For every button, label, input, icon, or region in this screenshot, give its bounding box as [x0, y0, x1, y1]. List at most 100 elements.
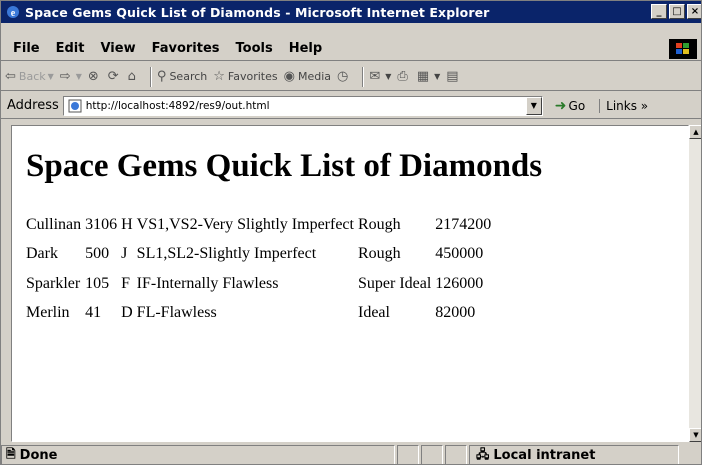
forward-dropdown-icon[interactable]: ▼ — [76, 72, 82, 81]
address-dropdown-icon[interactable]: ▼ — [525, 96, 542, 115]
table-row: Cullinan 3106 H VS1,VS2-Very Slightly Im… — [26, 210, 495, 240]
table-row: Merlin 41 D FL-Flawless Ideal 82000 — [26, 299, 495, 329]
menu-tools[interactable]: Tools — [228, 41, 281, 56]
refresh-button[interactable]: ⟳ — [108, 69, 122, 84]
media-label: Media — [297, 70, 331, 83]
page-heading: Space Gems Quick List of Diamonds — [26, 148, 543, 184]
diamond-cut: Ideal — [357, 304, 390, 322]
favorites-icon: ☆ — [213, 69, 225, 84]
security-zone[interactable]: 🖧 Local intranet — [469, 445, 679, 464]
page-icon — [67, 98, 83, 114]
favorites-button[interactable]: ☆ Favorites — [213, 69, 277, 84]
print-icon: ⎙ — [397, 69, 408, 84]
diamond-carat: 105 — [85, 274, 110, 292]
diamond-carat: 41 — [85, 304, 102, 322]
diamond-carat: 3106 — [85, 215, 118, 233]
address-bar: Address http://localhost:4892/res9/out.h… — [1, 93, 701, 119]
close-button[interactable]: × — [687, 4, 701, 19]
zone-label: Local intranet — [493, 447, 596, 463]
edit-button[interactable]: ▦ ▼ — [417, 69, 440, 84]
back-button[interactable]: ⇦ Back ▼ — [5, 69, 54, 84]
home-button[interactable]: ⌂ — [128, 69, 139, 84]
menu-view[interactable]: View — [92, 41, 143, 56]
table-row: Dark 500 J SL1,SL2-Slightly Imperfect Ro… — [26, 240, 495, 270]
address-label: Address — [7, 98, 59, 113]
search-label: Search — [169, 70, 208, 83]
media-button[interactable]: ◉ Media — [284, 69, 331, 84]
search-icon: ⚲ — [156, 69, 167, 84]
forward-button[interactable]: ⇨ ▼ — [60, 69, 82, 84]
discuss-icon: ▤ — [446, 69, 459, 84]
page-content: Space Gems Quick List of Diamonds Cullin… — [11, 125, 689, 442]
go-label: Go — [568, 98, 586, 113]
status-cell — [445, 445, 467, 464]
go-arrow-icon: ➜ — [554, 97, 567, 114]
forward-arrow-icon: ⇨ — [59, 69, 71, 84]
mail-button[interactable]: ✉ ▼ — [369, 69, 391, 84]
toolbar-separator — [362, 66, 365, 87]
mail-dropdown-icon[interactable]: ▼ — [385, 72, 391, 81]
menu-help[interactable]: Help — [281, 41, 330, 56]
go-button[interactable]: ➜ Go — [555, 98, 585, 114]
favorites-label: Favorites — [227, 70, 278, 83]
history-button[interactable]: ◷ — [337, 69, 351, 84]
diamond-clarity: IF-Internally Flawless — [136, 274, 279, 292]
windows-logo-icon — [669, 39, 697, 59]
scroll-down-button[interactable]: ▼ — [689, 428, 701, 442]
status-text: Done — [19, 447, 58, 463]
print-button[interactable]: ⎙ — [397, 69, 410, 84]
search-button[interactable]: ⚲ Search — [157, 69, 207, 84]
diamond-price: 126000 — [435, 274, 484, 292]
address-url[interactable]: http://localhost:4892/res9/out.html — [86, 100, 270, 112]
media-icon: ◉ — [283, 69, 295, 84]
diamond-cut: Rough — [357, 215, 401, 233]
maximize-button[interactable]: □ — [669, 4, 685, 19]
menu-bar: File Edit View Favorites Tools Help — [1, 37, 701, 61]
discuss-button[interactable]: ▤ — [446, 69, 461, 84]
home-icon: ⌂ — [127, 69, 136, 84]
status-cell — [397, 445, 419, 464]
browser-window: e Space Gems Quick List of Diamonds - Mi… — [0, 0, 702, 465]
scroll-up-button[interactable]: ▲ — [689, 125, 701, 139]
stop-button[interactable]: ⊗ — [88, 69, 102, 84]
diamond-color: H — [121, 215, 133, 233]
diamond-clarity: SL1,SL2-Slightly Imperfect — [136, 245, 317, 263]
diamond-color: J — [121, 245, 128, 263]
menu-file[interactable]: File — [5, 41, 48, 56]
diamond-price: 450000 — [435, 245, 484, 263]
diamond-cut: Rough — [357, 245, 401, 263]
menu-favorites[interactable]: Favorites — [144, 41, 228, 56]
intranet-icon: 🖧 — [476, 446, 490, 461]
mail-icon: ✉ — [369, 69, 381, 84]
minimize-button[interactable]: _ — [651, 4, 667, 19]
table-row: Sparkler 105 F IF-Internally Flawless Su… — [26, 269, 495, 299]
vertical-scrollbar[interactable]: ▲ ▼ — [689, 125, 701, 442]
page-done-icon: 🗎 — [6, 446, 16, 461]
back-dropdown-icon[interactable]: ▼ — [48, 72, 54, 81]
edit-icon: ▦ — [416, 69, 430, 84]
standard-toolbar: ⇦ Back ▼ ⇨ ▼ ⊗ ⟳ ⌂ ⚲ Search ☆ Favorites … — [1, 63, 701, 91]
back-arrow-icon: ⇦ — [5, 69, 16, 84]
links-button[interactable]: Links » — [599, 98, 648, 113]
diamond-name: Sparkler — [26, 274, 81, 292]
svg-text:e: e — [11, 8, 16, 19]
diamond-cut: Super Ideal — [357, 274, 432, 292]
diamond-color: F — [121, 274, 131, 292]
ie-logo-icon: e — [5, 4, 21, 20]
status-cell — [421, 445, 443, 464]
diamond-clarity: FL-Flawless — [136, 304, 217, 322]
edit-dropdown-icon[interactable]: ▼ — [434, 72, 440, 81]
diamond-color: D — [121, 304, 133, 322]
toolbar-separator — [149, 66, 152, 87]
diamond-name: Merlin — [26, 304, 70, 322]
diamond-price: 2174200 — [435, 215, 492, 233]
window-title: Space Gems Quick List of Diamonds - Micr… — [25, 4, 490, 20]
status-panel: 🗎 Done — [1, 445, 395, 464]
status-bar: 🗎 Done 🖧 Local intranet — [1, 444, 701, 464]
history-icon: ◷ — [337, 69, 349, 84]
address-input[interactable]: http://localhost:4892/res9/out.html ▼ — [62, 95, 543, 116]
refresh-icon: ⟳ — [107, 69, 119, 84]
menu-edit[interactable]: Edit — [48, 41, 93, 56]
diamond-name: Cullinan — [26, 215, 82, 233]
diamond-clarity: VS1,VS2-Very Slightly Imperfect — [136, 215, 354, 233]
